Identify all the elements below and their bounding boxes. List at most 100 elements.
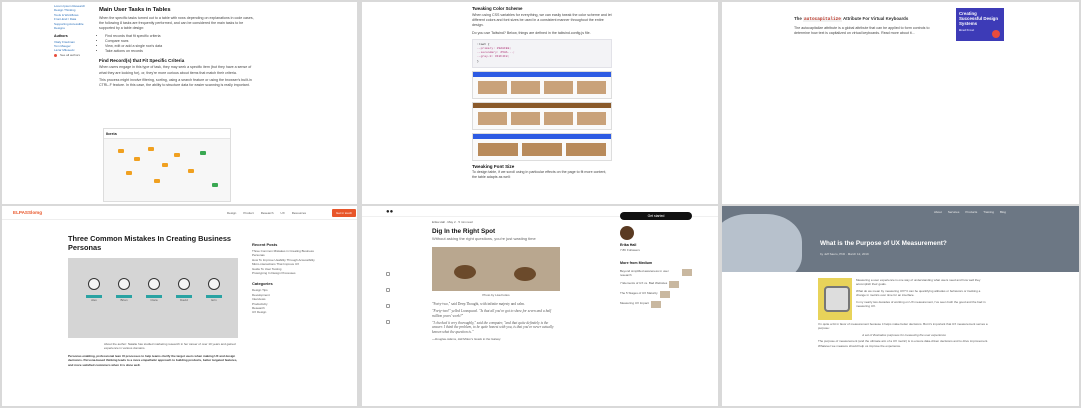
bullet-icon	[54, 53, 57, 57]
nav-link[interactable]: Resources	[292, 211, 306, 215]
persona-figure: Brian	[116, 278, 132, 302]
paragraph: This process might involve filtering, so…	[99, 77, 252, 88]
example-screenshot	[472, 132, 612, 161]
list-item: Take actions on records	[105, 49, 259, 54]
tile-smashing-tables-article: Lorem Ipsum Research Design Thinking Too…	[2, 2, 357, 204]
persona-name: Brian	[120, 298, 128, 302]
example-screenshot	[472, 101, 612, 130]
persona-figure: Erin	[206, 278, 222, 302]
recent-post-link[interactable]: Prototyping In Design Processes	[252, 271, 324, 275]
cell	[162, 163, 168, 167]
caption: A set of illustrative purposes for measu…	[862, 332, 946, 337]
nav-link[interactable]: Products	[965, 210, 977, 214]
home-icon[interactable]	[386, 272, 390, 276]
article-hero: About Services Products Training Blog Wh…	[722, 206, 1079, 272]
article-body: Main User Tasks in Tables When the speci…	[99, 7, 259, 88]
article-image	[818, 278, 852, 320]
author-line: Erika Hall · May 2 · 5 min read	[432, 220, 473, 224]
subheading: Tweaking Color Scheme	[472, 6, 523, 11]
code-line: }	[477, 59, 479, 63]
cell	[212, 183, 218, 187]
recommended-title: Measuring UX Impact	[620, 300, 649, 305]
sidebar-see-all[interactable]: See all authors	[54, 53, 90, 57]
article-body: Measuring a user experience is one way o…	[818, 278, 990, 348]
persona-figure: Alex	[86, 278, 102, 302]
medium-logo-icon[interactable]: ●●	[386, 209, 393, 215]
get-started-button[interactable]: Get started	[620, 212, 692, 220]
persona-name: Alex	[91, 298, 97, 302]
sidebar: Lorem Ipsum Research Design Thinking Too…	[54, 4, 90, 57]
cell	[174, 153, 180, 157]
heart-icon	[992, 30, 1000, 38]
recommended-item[interactable]: Beyond simplified awareness in user rese…	[620, 268, 692, 278]
recommended-title: 7 Elements of UX vs. Bad Websites	[620, 280, 668, 285]
tile-autocapitalize-article: The autocapitalize Attribute For Virtual…	[722, 2, 1079, 204]
cell	[154, 179, 160, 183]
cell	[126, 171, 132, 175]
table-screenshot: Iberia	[103, 128, 231, 202]
nav-link[interactable]: Product	[243, 211, 253, 215]
tile-medium-article: ●● Erika Hall · May 2 · 5 min read Dig I…	[362, 206, 718, 406]
sidebar-see-all-label: See all authors	[60, 52, 81, 57]
article-body: About the author: Natalie has studied ma…	[68, 342, 238, 367]
task-list: Find records that fit specific criteria …	[105, 34, 259, 55]
recommended-item[interactable]: Measuring UX Impact	[620, 300, 692, 308]
title-code: autocapitalize	[803, 17, 842, 22]
nav-link[interactable]: Blog	[1000, 210, 1006, 214]
paragraph: I'm quite a bit in favor of measurement …	[818, 322, 988, 331]
right-sidebar: Get started Erika Hall 7.8K Followers Mo…	[620, 212, 692, 311]
site-logo[interactable]: ELPASSlomg	[13, 210, 42, 215]
cell	[188, 169, 194, 173]
nav-link[interactable]: Services	[948, 210, 960, 214]
main-nav: Design Product Research UX Resources	[227, 211, 306, 215]
profile-icon[interactable]	[386, 304, 390, 308]
nav-link[interactable]: UX	[281, 211, 285, 215]
article-photo	[432, 247, 560, 292]
tile-css-variables-article: Tweaking Color Scheme When using CSS var…	[362, 2, 718, 204]
screenshot-title: Iberia	[104, 129, 230, 139]
promo-title: Creating Successful Design Systems	[959, 11, 999, 26]
article-title: Dig In the Right Spot	[432, 228, 496, 236]
quote-paragraph: "Forty-two," said Deep Thought, with inf…	[432, 301, 525, 306]
more-heading: More from Medium	[620, 260, 653, 265]
sidebar-link[interactable]: Supporting Accessible Designs	[54, 22, 90, 31]
subheading: Tweaking Font Size	[472, 163, 515, 169]
personas-illustration: Alex Brian Clara David Erin	[68, 258, 238, 338]
tile-personas-article: ELPASSlomg Design Product Research UX Re…	[2, 206, 357, 406]
nav-link[interactable]: Research	[261, 211, 274, 215]
article-title: What is the Purpose of UX Measurement?	[820, 240, 947, 247]
nav-link[interactable]: Training	[983, 210, 994, 214]
title-text: The	[794, 16, 802, 21]
avatar[interactable]	[620, 226, 634, 240]
persona-figure: Clara	[146, 278, 162, 302]
author-note: About the author: Natalie has studied ma…	[104, 342, 236, 351]
bookmark-icon[interactable]	[386, 288, 390, 292]
recommended-item[interactable]: The 5 Stages of UX Maturity	[620, 290, 692, 298]
nav-link[interactable]: About	[934, 210, 942, 214]
sidebar-heading: Categories	[252, 281, 273, 287]
recent-post-link[interactable]: Three Common Mistakes in Creating Busine…	[252, 249, 324, 258]
paragraph: Personas enabling, professional lean UI …	[68, 353, 238, 367]
author-name[interactable]: Erika Hall	[432, 220, 445, 224]
recommended-item[interactable]: 7 Elements of UX vs. Bad Websites	[620, 280, 692, 288]
paragraph: When using CSS variables for everything,…	[472, 13, 612, 28]
book-promo[interactable]: Creating Successful Design Systems Brad …	[956, 8, 1004, 41]
cell	[118, 149, 124, 153]
contact-button[interactable]: Get in touch	[332, 209, 357, 217]
title-text: Attribute For Virtual Keyboards	[843, 16, 909, 21]
nav-link[interactable]: Design	[227, 211, 236, 215]
article-title: Three Common Mistakes In Creating Busine…	[68, 234, 232, 252]
cell	[134, 157, 140, 161]
paragraph: To design table, if we scroll using in p…	[472, 169, 607, 180]
category-link[interactable]: UX Design	[252, 310, 324, 314]
persona-name: Erin	[211, 298, 217, 302]
article-body: Tweaking Color Scheme When using CSS var…	[472, 6, 612, 180]
article: Erika Hall · May 2 · 5 min read Dig In t…	[432, 220, 560, 342]
edit-icon[interactable]	[386, 320, 390, 324]
quote-source: —Douglas Adams, Hitchhiker's Guide to th…	[432, 337, 501, 342]
recommended-title: The 5 Stages of UX Maturity	[620, 290, 658, 295]
code-block: :root { --primary: #9A8FEE; --secondary:…	[472, 38, 612, 68]
author[interactable]: by Jeff Sauro, PhD	[820, 252, 845, 256]
site-nav: About Services Products Training Blog	[934, 210, 1006, 214]
date: March 12, 2019	[847, 252, 869, 256]
